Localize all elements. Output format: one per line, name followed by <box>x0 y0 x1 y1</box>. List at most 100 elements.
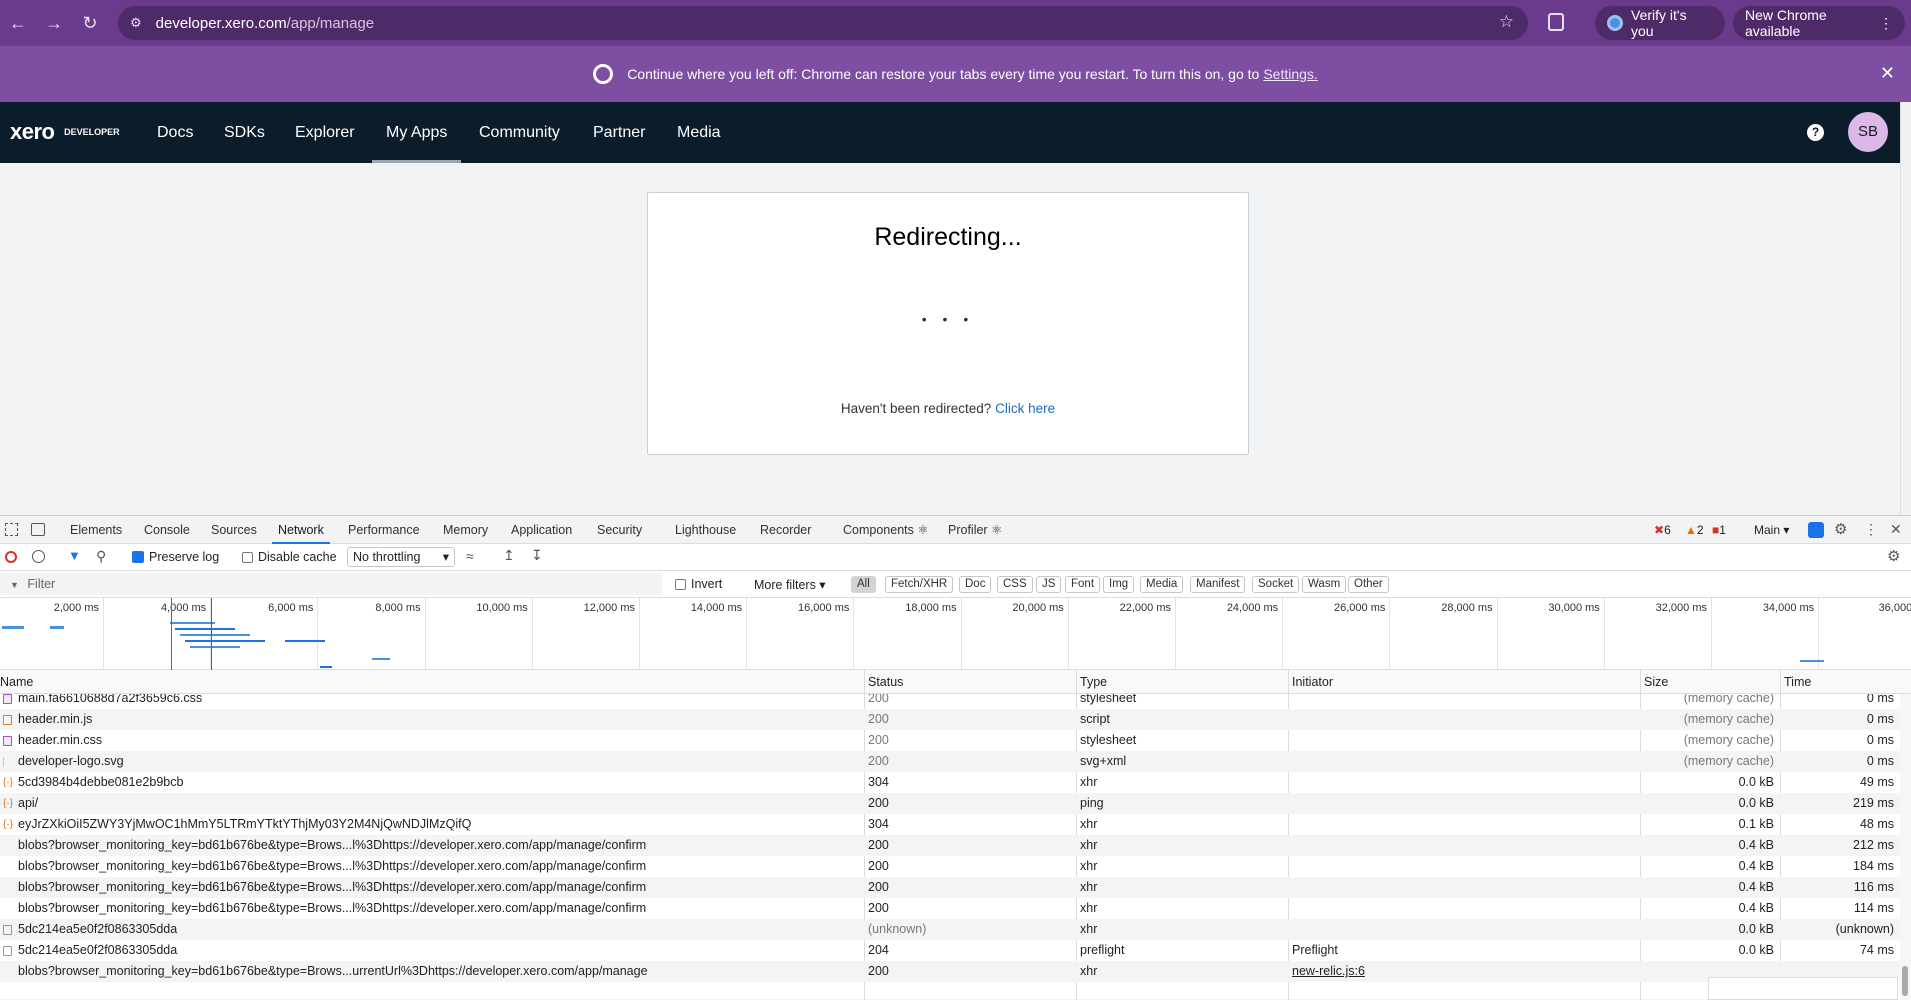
network-settings-icon[interactable]: ⚙ <box>1887 547 1900 565</box>
tab-elements[interactable]: Elements <box>70 516 122 544</box>
type-filter-img[interactable]: Img <box>1103 576 1135 593</box>
address-bar[interactable]: ⚙ developer.xero.com/app/manage ☆ <box>118 6 1528 40</box>
nav-community[interactable]: Community <box>479 102 560 163</box>
error-count[interactable]: ✖6 <box>1654 523 1671 537</box>
table-row[interactable]: 5dc214ea5e0f2f0863305dda (unknown) xhr 0.0 … <box>0 919 1900 940</box>
tab-security[interactable]: Security <box>597 516 642 544</box>
tab-performance[interactable]: Performance <box>348 516 420 544</box>
settings-gear-icon[interactable]: ⚙ <box>1834 520 1847 538</box>
type-filter-socket[interactable]: Socket <box>1252 576 1300 593</box>
throttling-select[interactable]: No throttling ▾ <box>347 547 455 567</box>
type-filter-all[interactable]: All <box>851 576 876 593</box>
warning-icon: ▲ <box>1685 523 1697 537</box>
tab-network[interactable]: Network <box>272 516 330 544</box>
tab-recorder[interactable]: Recorder <box>760 516 811 544</box>
filter-icon[interactable]: ▼ <box>68 548 81 563</box>
xero-developer-logo[interactable]: xero DEVELOPER <box>10 119 120 145</box>
avatar[interactable]: SB <box>1848 112 1888 152</box>
table-row[interactable]: header.min.js 200 script (memory cache) 0 ms <box>0 709 1900 730</box>
nav-my-apps[interactable]: My Apps <box>371 102 462 163</box>
type-filter-doc[interactable]: Doc <box>959 576 992 593</box>
table-scrollbar[interactable] <box>1900 694 1911 1000</box>
request-time: 212 ms <box>1853 838 1894 852</box>
tab-lighthouse[interactable]: Lighthouse <box>675 516 736 544</box>
device-toolbar-icon[interactable] <box>31 523 45 536</box>
menu-kebab-icon: ⋮ <box>1879 14 1893 31</box>
import-har-icon[interactable]: ↥ <box>503 547 515 564</box>
column-time[interactable]: Time <box>1784 670 1811 694</box>
verify-account-button[interactable]: Verify it's you <box>1595 6 1725 40</box>
forward-icon[interactable]: → <box>36 5 72 41</box>
inspect-element-icon[interactable] <box>5 523 18 536</box>
issue-count[interactable]: ■1 <box>1712 523 1726 537</box>
table-row[interactable]: {·} 5cd3984b4debbe081e2b9bcb 304 xhr 0.0 kB 4… <box>0 772 1900 793</box>
column-type[interactable]: Type <box>1080 670 1107 694</box>
table-row[interactable]: blobs?browser_monitoring_key=bd61b676be&… <box>0 856 1900 877</box>
click-here-link[interactable]: Click here <box>995 401 1055 416</box>
tab-sources[interactable]: Sources <box>211 516 257 544</box>
more-filters-dropdown[interactable]: More filters ▾ <box>754 577 826 592</box>
column-status[interactable]: Status <box>868 670 903 694</box>
table-row[interactable]: main.fa6610688d7a2f3659c6.css 200 styleshe… <box>0 694 1900 709</box>
column-name[interactable]: Name <box>0 670 33 694</box>
bookmark-star-icon[interactable]: ☆ <box>1499 12 1514 32</box>
type-filter-media[interactable]: Media <box>1140 576 1184 593</box>
reload-icon[interactable]: ↻ <box>72 5 108 41</box>
table-row[interactable]: developer-logo.svg 200 svg+xml (memory cach… <box>0 751 1900 772</box>
tab-memory[interactable]: Memory <box>443 516 488 544</box>
close-devtools-icon[interactable]: ✕ <box>1890 521 1902 538</box>
invert-checkbox[interactable]: Invert <box>675 577 722 591</box>
network-timeline-overview[interactable]: 2,000 ms 4,000 ms 6,000 ms 8,000 ms 10,000 m… <box>0 598 1911 670</box>
request-initiator[interactable]: new-relic.js:6 <box>1292 961 1632 982</box>
update-chrome-button[interactable]: New Chrome available ⋮ <box>1733 6 1905 40</box>
column-initiator[interactable]: Initiator <box>1292 670 1333 694</box>
settings-link[interactable]: Settings. <box>1263 66 1317 82</box>
type-filter-other[interactable]: Other <box>1348 576 1389 593</box>
export-har-icon[interactable]: ↧ <box>531 547 543 564</box>
type-filter-fetch-xhr[interactable]: Fetch/XHR <box>885 576 954 593</box>
nav-partner[interactable]: Partner <box>593 102 645 163</box>
clear-icon[interactable] <box>32 550 45 563</box>
tab-console[interactable]: Console <box>144 516 190 544</box>
column-size[interactable]: Size <box>1644 670 1668 694</box>
type-filter-wasm[interactable]: Wasm <box>1302 576 1347 593</box>
request-initiator <box>1292 751 1632 772</box>
nav-media[interactable]: Media <box>677 102 721 163</box>
back-icon[interactable]: ← <box>0 5 36 41</box>
tab-components[interactable]: Components ⚛ <box>843 516 929 544</box>
table-row[interactable]: 5dc214ea5e0f2f0863305dda 204 preflight Pref… <box>0 940 1900 961</box>
nav-docs[interactable]: Docs <box>157 102 193 163</box>
context-selector[interactable]: Main ▾ <box>1754 523 1789 537</box>
nav-sdks[interactable]: SDKs <box>224 102 265 163</box>
close-banner-icon[interactable]: ✕ <box>1880 63 1895 84</box>
context-label: Main <box>1754 523 1781 537</box>
type-filter-js[interactable]: JS <box>1036 576 1062 593</box>
request-initiator[interactable]: Preflight <box>1292 940 1632 961</box>
sync-icon[interactable] <box>1808 522 1824 538</box>
tab-application[interactable]: Application <box>511 516 572 544</box>
table-row[interactable]: {·} api/200 ping 0.0 kB 219 ms <box>0 793 1900 814</box>
filter-input[interactable]: ▼ Filter <box>0 573 662 595</box>
nav-explorer[interactable]: Explorer <box>295 102 355 163</box>
preserve-log-checkbox[interactable]: Preserve log <box>132 550 219 564</box>
table-row[interactable]: blobs?browser_monitoring_key=bd61b676be&… <box>0 961 1900 982</box>
table-row[interactable]: blobs?browser_monitoring_key=bd61b676be&… <box>0 898 1900 919</box>
network-conditions-icon[interactable]: ≈ <box>466 548 474 564</box>
type-filter-manifest[interactable]: Manifest <box>1190 576 1246 593</box>
page-scrollbar[interactable] <box>1900 102 1911 515</box>
table-row[interactable]: blobs?browser_monitoring_key=bd61b676be&… <box>0 835 1900 856</box>
warning-count[interactable]: ▲2 <box>1685 523 1704 537</box>
search-icon[interactable]: ⚲ <box>96 548 106 565</box>
tab-profiler[interactable]: Profiler ⚛ <box>948 516 1002 544</box>
extensions-icon[interactable] <box>1548 13 1564 31</box>
help-icon[interactable]: ? <box>1807 124 1824 141</box>
type-filter-font[interactable]: Font <box>1065 576 1101 593</box>
type-filter-css[interactable]: CSS <box>997 576 1033 593</box>
record-icon[interactable] <box>5 551 17 563</box>
site-info-icon[interactable]: ⚙ <box>130 15 142 31</box>
more-options-icon[interactable]: ⋮ <box>1864 521 1878 538</box>
disable-cache-checkbox[interactable]: Disable cache <box>242 550 337 564</box>
table-row[interactable]: {·} eyJrZXkiOiI5ZWY3YjMwOC1hMmY5LTRmYTktY… <box>0 814 1900 835</box>
table-row[interactable]: header.min.css 200 stylesheet (memory cache… <box>0 730 1900 751</box>
table-row[interactable]: blobs?browser_monitoring_key=bd61b676be&… <box>0 877 1900 898</box>
